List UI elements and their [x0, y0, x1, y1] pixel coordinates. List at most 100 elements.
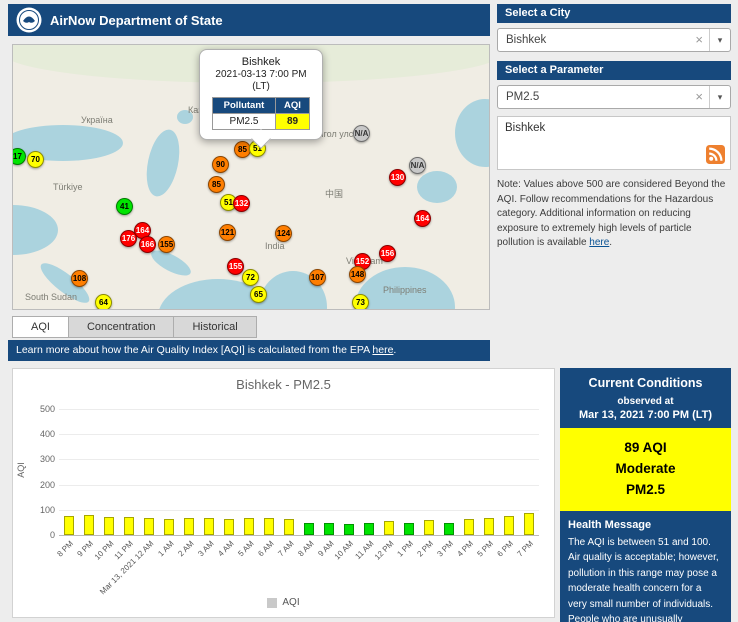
aqi-value-box: 89 AQI Moderate PM2.5 [560, 428, 731, 511]
chart-bar [104, 517, 114, 535]
city-select[interactable]: Bishkek × ▾ [497, 28, 731, 52]
chart-bar [224, 519, 234, 535]
sidebar: Select a City Bishkek × ▾ Select a Param… [497, 0, 731, 360]
x-tick-label: 4 PM [456, 539, 476, 559]
parameter-dropdown-arrow-icon[interactable]: ▾ [709, 86, 730, 108]
map-aqi-marker[interactable]: 132 [233, 195, 250, 212]
popup-city: Bishkek [204, 56, 318, 68]
select-city-header: Select a City [497, 4, 731, 23]
map-aqi-marker[interactable]: 121 [219, 224, 236, 241]
chart-bar [464, 519, 474, 535]
observed-at-label: observed at [560, 396, 731, 407]
x-tick-label: 3 PM [436, 539, 456, 559]
chart-bar [184, 518, 194, 535]
popup-table: Pollutant AQI PM2.5 89 [212, 97, 310, 130]
city-dropdown-arrow-icon[interactable]: ▾ [709, 29, 730, 51]
rss-icon[interactable] [706, 145, 725, 164]
map-country-label: Türkiye [53, 182, 83, 192]
epa-here-link[interactable]: here [372, 344, 393, 356]
x-tick-label: 7 PM [516, 539, 536, 559]
chart-gridline [59, 409, 539, 410]
map-aqi-marker[interactable]: 148 [349, 266, 366, 283]
map-aqi-marker[interactable]: 156 [379, 245, 396, 262]
popup-aqi-header: AQI [275, 98, 309, 113]
popup-datetime: 2021-03-13 7:00 PM [204, 69, 318, 80]
map-aqi-marker[interactable]: 164 [414, 210, 431, 227]
map-aqi-marker[interactable]: 90 [212, 156, 229, 173]
current-conditions-panel: Current Conditions observed at Mar 13, 2… [560, 368, 731, 622]
chart-legend: AQI [13, 597, 554, 608]
map-aqi-marker[interactable]: 72 [242, 269, 259, 286]
parameter-clear-icon[interactable]: × [695, 86, 703, 108]
map-aqi-marker[interactable]: 176 [120, 230, 137, 247]
popup-pollutant-value: PM2.5 [213, 113, 275, 129]
x-tick-label: 7 AM [276, 539, 295, 558]
y-tick-label: 0 [15, 530, 55, 540]
app-title: AirNow Department of State [50, 13, 223, 28]
map-aqi-marker[interactable]: 155 [158, 236, 175, 253]
city-clear-icon[interactable]: × [695, 29, 703, 51]
chart-bar [304, 523, 314, 535]
x-tick-label: 10 AM [333, 539, 355, 561]
map-aqi-marker[interactable]: 85 [208, 176, 225, 193]
aqi-category: Moderate [560, 459, 731, 480]
x-tick-label: 11 AM [353, 539, 375, 561]
x-tick-label: 6 AM [256, 539, 275, 558]
y-tick-label: 300 [15, 454, 55, 464]
chart-bar [284, 519, 294, 535]
city-select-value: Bishkek [506, 34, 546, 46]
x-tick-label: 4 AM [216, 539, 235, 558]
map-aqi-marker[interactable]: 166 [139, 236, 156, 253]
chart-bar [424, 520, 434, 535]
map-aqi-marker[interactable]: 65 [250, 286, 267, 303]
y-tick-label: 500 [15, 404, 55, 414]
legend-label: AQI [282, 597, 299, 608]
chart-gridline [59, 434, 539, 435]
map-aqi-marker[interactable]: N/A [409, 157, 426, 174]
chart-plot [59, 409, 539, 536]
x-tick-label: 1 PM [396, 539, 416, 559]
app-header: AirNow Department of State [8, 4, 490, 36]
tab-historical[interactable]: Historical [174, 316, 256, 338]
map-aqi-marker[interactable]: 108 [71, 270, 88, 287]
tabs: AQIConcentrationHistorical [12, 316, 257, 336]
x-tick-label: 10 PM [93, 539, 116, 562]
chart-panel: Bishkek - PM2.5 AQI 0100200300400500 8 P… [12, 368, 555, 618]
map-aqi-marker[interactable]: N/A [353, 125, 370, 142]
note-text: Note: Values above 500 are considered Be… [497, 178, 731, 251]
map-aqi-marker[interactable]: 64 [95, 294, 112, 310]
health-message-label: Health Message [560, 511, 731, 531]
parameter-select[interactable]: PM2.5 × ▾ [497, 85, 731, 109]
x-tick-label: 2 AM [176, 539, 195, 558]
popup-pollutant-header: Pollutant [213, 98, 275, 113]
map-aqi-marker[interactable]: 130 [389, 169, 406, 186]
map-aqi-marker[interactable]: 107 [309, 269, 326, 286]
x-tick-label: 3 AM [196, 539, 215, 558]
chart-bar [324, 523, 334, 535]
map[interactable]: КазахстанУкраїнаМонгол улсTürkiye中国India… [12, 44, 490, 310]
x-tick-label: 1 AM [156, 539, 175, 558]
y-tick-label: 100 [15, 505, 55, 515]
map-aqi-marker[interactable]: 124 [275, 225, 292, 242]
chart-bar [64, 516, 74, 535]
chart-bar [244, 518, 254, 535]
x-tick-label: 5 PM [476, 539, 496, 559]
popup-timezone: (LT) [204, 81, 318, 92]
tab-concentration[interactable]: Concentration [69, 316, 175, 338]
feed-city-label: Bishkek [505, 122, 545, 134]
chart-bar [144, 518, 154, 535]
map-country-label: Україна [81, 115, 113, 125]
state-department-seal-icon [16, 7, 42, 33]
note-here-link[interactable]: here [589, 237, 609, 248]
chart-x-labels: 8 PM9 PM10 PM11 PMMar 13, 2021 12 AM1 AM… [59, 539, 539, 605]
map-aqi-marker[interactable]: 41 [116, 198, 133, 215]
map-aqi-marker[interactable]: 73 [352, 294, 369, 310]
map-country-label: 中国 [325, 187, 343, 200]
chart-gridline [59, 485, 539, 486]
map-aqi-marker[interactable]: 70 [27, 151, 44, 168]
feed-box: Bishkek [497, 116, 731, 170]
observed-time: Mar 13, 2021 7:00 PM (LT) [560, 409, 731, 421]
map-aqi-marker[interactable]: 155 [227, 258, 244, 275]
chart-bar [504, 516, 514, 535]
tab-aqi[interactable]: AQI [12, 316, 69, 338]
